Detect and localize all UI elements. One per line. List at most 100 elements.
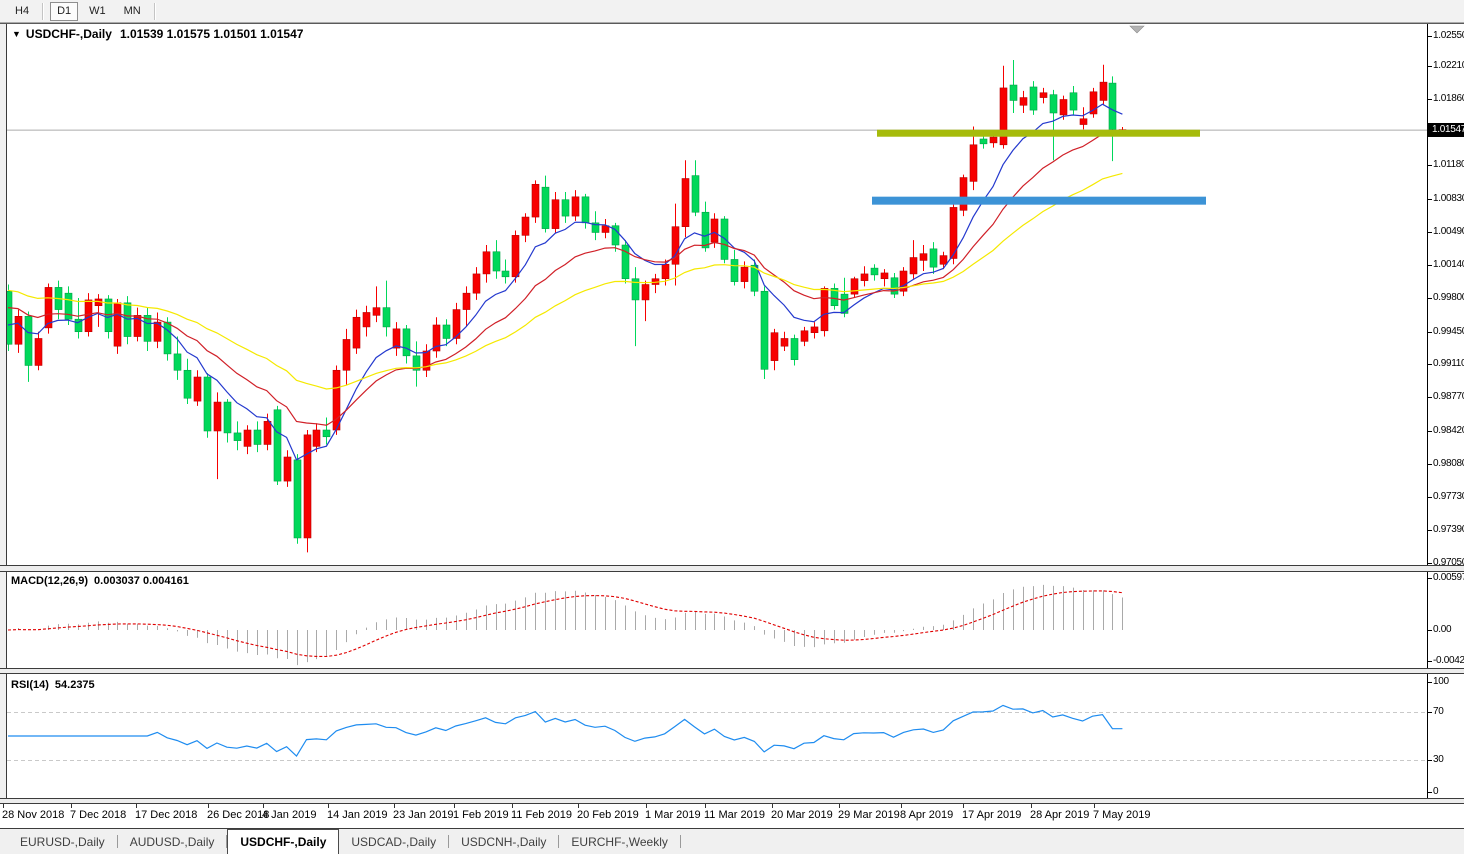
- axis-label: 1.00830: [1433, 193, 1464, 204]
- axis-tick: [1428, 66, 1432, 67]
- chart-window-frame: [0, 23, 1464, 24]
- macd-histogram: [9, 585, 1123, 665]
- date-label: 14 Jan 2019: [327, 809, 388, 821]
- chart-tab-audusd[interactable]: AUDUSD-,Daily: [118, 829, 227, 854]
- panel-separator-main-macd[interactable]: [0, 565, 1464, 572]
- timeframe-button-h4[interactable]: H4: [8, 2, 36, 21]
- date-tick: [394, 804, 395, 808]
- axis-tick: [1428, 431, 1432, 432]
- date-label: 7 May 2019: [1093, 809, 1150, 821]
- axis-tick: [1428, 232, 1432, 233]
- date-label: 17 Dec 2018: [135, 809, 197, 821]
- date-label: 28 Apr 2019: [1030, 809, 1089, 821]
- timeframe-button-w1[interactable]: W1: [82, 2, 113, 21]
- date-label: 1 Feb 2019: [453, 809, 509, 821]
- axis-tick: [1428, 792, 1432, 793]
- chart-tab-eurusd[interactable]: EURUSD-,Daily: [8, 829, 117, 854]
- date-tick: [71, 804, 72, 808]
- date-label: 26 Dec 2018: [207, 809, 269, 821]
- axis-label: 0.98080: [1433, 458, 1464, 469]
- chart-shift-marker-icon[interactable]: [1130, 26, 1144, 33]
- axis-tick: [1428, 712, 1432, 713]
- chart-tab-eurchf[interactable]: EURCHF-,Weekly: [559, 829, 679, 854]
- date-tick: [328, 804, 329, 808]
- symbol-dropdown-icon[interactable]: ▼: [12, 29, 21, 39]
- axis-tick: [1428, 397, 1432, 398]
- macd-values: 0.003037 0.004161: [94, 575, 189, 587]
- axis-label: 0.00: [1433, 624, 1451, 635]
- date-tick: [1031, 804, 1032, 808]
- axis-tick: [1428, 265, 1432, 266]
- price-axis[interactable]: 1.01547 1.025501.022101.018601.011801.00…: [1427, 24, 1464, 804]
- date-tick: [454, 804, 455, 808]
- axis-label: 0.99450: [1433, 326, 1464, 337]
- axis-label: 1.00140: [1433, 259, 1464, 270]
- rsi-level-lines: [7, 713, 1427, 761]
- axis-tick: [1428, 682, 1432, 683]
- axis-label: 0.98420: [1433, 425, 1464, 436]
- moving-average-lines: [8, 104, 1122, 460]
- axis-tick: [1428, 464, 1432, 465]
- axis-tick: [1428, 530, 1432, 531]
- chart-tab-usdcnh[interactable]: USDCNH-,Daily: [449, 829, 558, 854]
- chart-canvas[interactable]: [0, 0, 1464, 854]
- date-label: 7 Dec 2018: [70, 809, 126, 821]
- date-tick: [263, 804, 264, 808]
- axis-label: 30: [1433, 754, 1444, 765]
- axis-label: 0: [1433, 786, 1438, 797]
- chart-tab-bar: EURUSD-,DailyAUDUSD-,DailyUSDCHF-,DailyU…: [0, 829, 1464, 854]
- date-tick: [136, 804, 137, 808]
- date-label: 8 Apr 2019: [900, 809, 953, 821]
- toolbar-separator: [154, 3, 156, 20]
- axis-tick: [1428, 661, 1432, 662]
- axis-tick: [1428, 332, 1432, 333]
- mt4-window: H4D1W1MN ▼USDCHF-,Daily1.01539 1.01575 1…: [0, 0, 1464, 854]
- panel-separator-macd-rsi[interactable]: [0, 668, 1464, 674]
- date-tick: [3, 804, 4, 808]
- axis-label: 1.02210: [1433, 60, 1464, 71]
- chart-tab-usdcad[interactable]: USDCAD-,Daily: [339, 829, 448, 854]
- support-band[interactable]: [872, 197, 1206, 205]
- axis-label: 1.01860: [1433, 93, 1464, 104]
- ma-8-line: [8, 104, 1122, 460]
- date-label: 20 Mar 2019: [771, 809, 833, 821]
- axis-tick: [1428, 630, 1432, 631]
- date-tick: [1094, 804, 1095, 808]
- date-tick: [963, 804, 964, 808]
- date-tick: [839, 804, 840, 808]
- date-tick: [512, 804, 513, 808]
- axis-label: 70: [1433, 706, 1444, 717]
- date-tick: [646, 804, 647, 808]
- date-label: 11 Feb 2019: [511, 809, 572, 821]
- current-price-badge: 1.01547: [1428, 123, 1464, 137]
- window-left-edge: [0, 24, 7, 804]
- axis-tick: [1428, 760, 1432, 761]
- date-tick: [901, 804, 902, 808]
- chart-symbol-label: USDCHF-,Daily: [26, 27, 112, 41]
- date-label: 1 Mar 2019: [645, 809, 701, 821]
- date-label: 28 Nov 2018: [2, 809, 64, 821]
- ma-17-line: [8, 133, 1122, 425]
- toolbar-separator: [42, 3, 44, 20]
- date-label: 20 Feb 2019: [577, 809, 639, 821]
- axis-tick: [1428, 36, 1432, 37]
- axis-tick: [1428, 563, 1432, 564]
- axis-tick: [1428, 578, 1432, 579]
- date-tick: [772, 804, 773, 808]
- date-tick: [705, 804, 706, 808]
- rsi-label: RSI(14)54.2375: [11, 679, 95, 691]
- date-label: 4 Jan 2019: [262, 809, 316, 821]
- date-label: 17 Apr 2019: [962, 809, 1021, 821]
- date-label: 29 Mar 2019: [838, 809, 900, 821]
- macd-name: MACD(12,26,9): [11, 575, 88, 587]
- axis-label: 0.99110: [1433, 358, 1464, 369]
- timeframe-button-mn[interactable]: MN: [117, 2, 148, 21]
- date-axis[interactable]: 28 Nov 2018 7 Dec 2018 17 Dec 2018 26 Dec 2…: [0, 804, 1464, 828]
- chart-tab-usdchf[interactable]: USDCHF-,Daily: [227, 829, 339, 854]
- timeframe-button-d1[interactable]: D1: [50, 2, 78, 21]
- axis-label: 100: [1433, 676, 1449, 687]
- resistance-band[interactable]: [877, 130, 1200, 137]
- panel-separator-rsi-dates: [0, 798, 1464, 804]
- axis-label: 0.97730: [1433, 491, 1464, 502]
- axis-label: 0.99800: [1433, 292, 1464, 303]
